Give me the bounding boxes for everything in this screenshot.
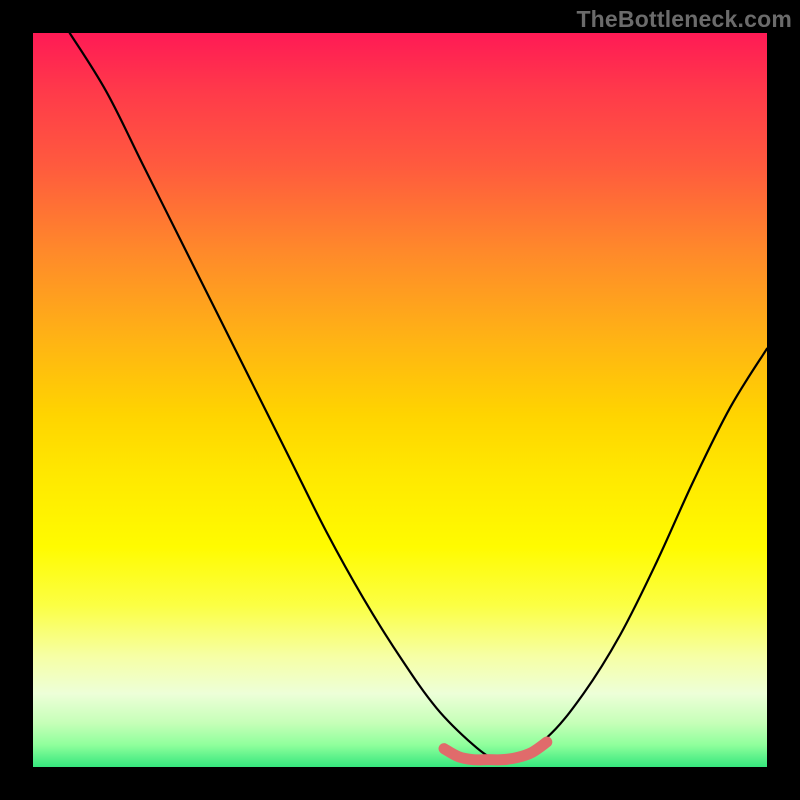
chart-svg xyxy=(33,33,767,767)
watermark-text: TheBottleneck.com xyxy=(576,6,792,33)
plot-area xyxy=(33,33,767,767)
bottleneck-curve-path xyxy=(70,33,767,762)
chart-stage: TheBottleneck.com xyxy=(0,0,800,800)
optimal-flat-segment-path xyxy=(444,742,547,760)
